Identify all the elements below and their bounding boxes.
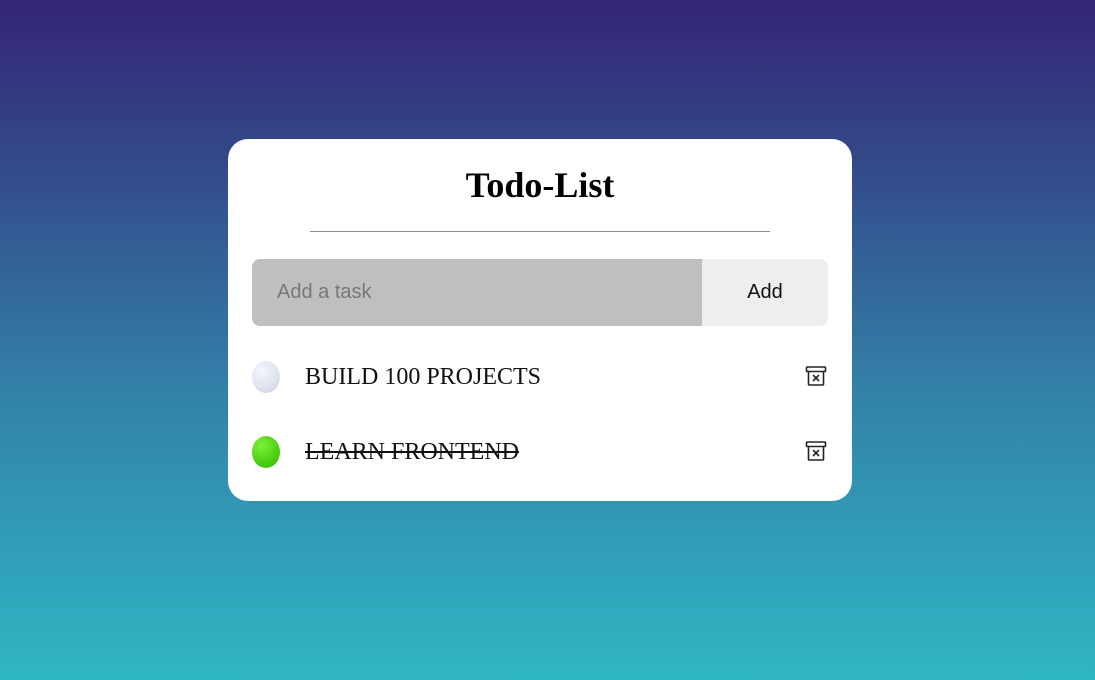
archive-x-icon[interactable] [804,439,828,463]
task-input[interactable] [252,259,702,326]
task-label[interactable]: BUILD 100 PROJECTS [305,358,541,396]
task-checkbox-unchecked[interactable] [252,361,280,393]
task-item: LEARN FRONTEND [252,433,828,508]
task-input-row: Add [252,259,828,326]
add-button[interactable]: Add [702,259,828,326]
task-checkbox-checked[interactable] [252,436,280,468]
app-title: Todo-List [465,165,615,205]
task-item: BUILD 100 PROJECTS [252,358,828,433]
task-list: BUILD 100 PROJECTS LEARN FRONTEND [252,358,828,508]
todo-card: Todo-List Add BUILD 100 PROJECTS LEARN F… [228,139,852,501]
archive-x-icon[interactable] [804,364,828,388]
task-label[interactable]: LEARN FRONTEND [305,433,519,471]
title-divider [310,231,770,232]
